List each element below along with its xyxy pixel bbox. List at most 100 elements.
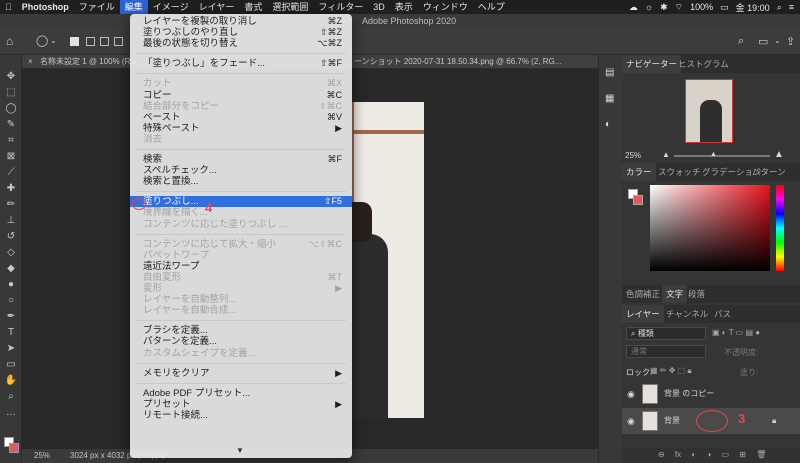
edit-menu-item[interactable]: 検索 ⌘F bbox=[130, 154, 352, 165]
menu-image[interactable]: イメージ bbox=[148, 0, 194, 14]
brush-tool-icon[interactable]: ✏ bbox=[4, 199, 18, 211]
blur-tool-icon[interactable]: ● bbox=[4, 279, 18, 291]
app-menu-photoshop[interactable]: Photoshop bbox=[17, 0, 74, 14]
quick-select-tool-icon[interactable]: ✎ bbox=[4, 119, 18, 131]
hue-slider[interactable] bbox=[776, 185, 784, 271]
zoom-out-icon[interactable]: ▲ bbox=[662, 150, 670, 159]
type-tool-icon[interactable]: T bbox=[4, 327, 18, 339]
edit-menu-item[interactable]: 検索と置換... bbox=[130, 176, 352, 187]
edit-menu-item[interactable]: レイヤーを複製の取り消し ⌘Z bbox=[130, 16, 352, 27]
lasso-tool-preset-icon[interactable]: ◯ bbox=[36, 34, 48, 47]
history-brush-tool-icon[interactable]: ↺ bbox=[4, 231, 18, 243]
eraser-tool-icon[interactable]: ◇ bbox=[4, 247, 18, 259]
search-icon[interactable]: ⌕ bbox=[738, 35, 744, 48]
rectangle-tool-icon[interactable]: ▭ bbox=[4, 359, 18, 371]
tab-paths[interactable]: パス bbox=[710, 305, 735, 323]
eyedropper-tool-icon[interactable]: ⟋ bbox=[4, 167, 18, 179]
eye-icon[interactable]: ◉ bbox=[627, 381, 635, 407]
frame-tool-icon[interactable]: ⊠ bbox=[4, 151, 18, 163]
search-icon[interactable]: ⌕ bbox=[777, 2, 782, 13]
zoom-slider[interactable] bbox=[674, 155, 770, 157]
dodge-tool-icon[interactable]: ○ bbox=[4, 295, 18, 307]
more-tools-icon[interactable]: … bbox=[4, 407, 18, 419]
edit-menu-item[interactable]: 最後の状態を切り替え ⌥⌘Z bbox=[130, 38, 352, 49]
edit-menu-item[interactable]: ブラシを定義... bbox=[130, 325, 352, 336]
share-icon[interactable]: ⇪ bbox=[786, 35, 795, 48]
history-panel-icon[interactable]: ▤ bbox=[605, 67, 614, 78]
layer-name[interactable]: 背景 のコピー bbox=[664, 381, 714, 407]
edit-menu-item[interactable]: 遠近法ワープ bbox=[130, 261, 352, 272]
edit-menu-item[interactable]: リモート接続... bbox=[130, 410, 352, 421]
tab-layers[interactable]: レイヤー bbox=[622, 305, 664, 323]
menu-layer[interactable]: レイヤー bbox=[194, 0, 240, 14]
zoom-slider-thumb[interactable]: ▲ bbox=[710, 151, 717, 158]
subtract-selection-icon[interactable] bbox=[100, 37, 109, 46]
layer-row[interactable]: ◉ 背景 のコピー bbox=[622, 381, 800, 407]
close-tab-icon[interactable]: × bbox=[28, 55, 33, 68]
menu-extras-icon[interactable]: ≡ bbox=[789, 2, 794, 12]
pen-tool-icon[interactable]: ✒ bbox=[4, 311, 18, 323]
menu-3d[interactable]: 3D bbox=[368, 0, 390, 14]
menu-edit[interactable]: 編集 bbox=[119, 0, 148, 14]
home-icon[interactable]: ⌂ bbox=[6, 34, 13, 48]
creative-cloud-icon[interactable]: ☁ bbox=[629, 2, 638, 13]
tab-channels[interactable]: チャンネル bbox=[662, 305, 712, 323]
menu-filter[interactable]: フィルター bbox=[313, 0, 368, 14]
menu-file[interactable]: ファイル bbox=[74, 0, 120, 14]
edit-menu-item[interactable]: 「塗りつぶし」をフェード... ⇧⌘F bbox=[130, 58, 352, 69]
clone-stamp-tool-icon[interactable]: ⊥ bbox=[4, 215, 18, 227]
add-selection-icon[interactable] bbox=[86, 37, 95, 46]
doc-tab-screenshot[interactable]: ーンショット 2020-07-31 18.50.34.png @ 66.7% (… bbox=[354, 55, 561, 68]
battery-icon[interactable]: ▭ bbox=[720, 2, 729, 13]
clock[interactable]: 金 19:00 bbox=[736, 1, 770, 14]
tab-swatches[interactable]: スウォッチ bbox=[654, 163, 705, 181]
edit-menu-item[interactable]: 特殊ペースト ▶ bbox=[130, 123, 352, 134]
tab-adjustments[interactable]: 色調補正 bbox=[622, 285, 664, 303]
path-selection-tool-icon[interactable]: ➤ bbox=[4, 343, 18, 355]
lasso-tool-icon[interactable]: ◯ bbox=[4, 103, 18, 115]
tab-histogram[interactable]: ヒストグラム bbox=[674, 55, 733, 73]
tab-patterns[interactable]: パターン bbox=[748, 163, 790, 181]
layer-filter-select[interactable]: ⌕ 種類 bbox=[626, 327, 706, 340]
edit-menu-item[interactable]: スペルチェック... bbox=[130, 165, 352, 176]
lock-icons[interactable]: ▦ ✏ ✥ ⬚ 🔒︎ bbox=[650, 366, 692, 376]
move-tool-icon[interactable]: ✥ bbox=[4, 71, 18, 83]
layers-footer-icons[interactable]: ⊖ fx ◐ ◑ ▭ ⊞ 🗑︎ bbox=[622, 447, 800, 463]
intersect-selection-icon[interactable] bbox=[114, 37, 123, 46]
workspace-icon[interactable]: ▭ bbox=[758, 35, 768, 48]
edit-menu-item[interactable]: コピー ⌘C bbox=[130, 90, 352, 101]
edit-menu-item[interactable]: パターンを定義... bbox=[130, 336, 352, 347]
bluetooth-icon[interactable]: ✱ bbox=[660, 2, 668, 13]
properties-panel-icon[interactable]: ▦ bbox=[605, 93, 614, 104]
hand-tool-icon[interactable]: ✋ bbox=[4, 375, 18, 387]
layer-name[interactable]: 背景 bbox=[664, 408, 680, 434]
lock-icon[interactable]: 🔒︎ bbox=[772, 408, 776, 434]
edit-menu-item[interactable]: 塗りつぶし... ⇧F5 bbox=[130, 196, 352, 208]
navigator-thumbnail[interactable] bbox=[685, 79, 733, 143]
edit-menu-item[interactable]: ペースト ⌘V bbox=[130, 112, 352, 123]
blend-mode-select[interactable]: 通常 bbox=[626, 345, 706, 358]
zoom-in-icon[interactable]: ▲ bbox=[774, 149, 784, 160]
control-center-icon[interactable]: ☼ bbox=[645, 2, 653, 12]
menu-help[interactable]: ヘルプ bbox=[473, 0, 510, 14]
menu-window[interactable]: ウィンドウ bbox=[418, 0, 473, 14]
crop-tool-icon[interactable]: ⌗ bbox=[4, 135, 18, 147]
marquee-tool-icon[interactable]: ⬚ bbox=[4, 87, 18, 99]
zoom-level[interactable]: 25% bbox=[34, 449, 50, 463]
doc-tab-untitled[interactable]: 名称未設定 1 @ 100% (RG bbox=[40, 55, 137, 68]
apple-menu-icon[interactable]:  bbox=[0, 0, 17, 14]
color-field[interactable] bbox=[650, 185, 770, 271]
edit-menu-item[interactable]: メモリをクリア ▶ bbox=[130, 368, 352, 379]
zoom-tool-icon[interactable]: ⌕ bbox=[4, 391, 18, 403]
menu-type[interactable]: 書式 bbox=[239, 0, 267, 14]
menu-select[interactable]: 選択範囲 bbox=[267, 0, 313, 14]
edit-menu-item[interactable]: プリセット ▶ bbox=[130, 399, 352, 410]
eye-icon[interactable]: ◉ bbox=[627, 408, 635, 434]
new-selection-icon[interactable] bbox=[70, 37, 79, 46]
edit-menu-item[interactable]: Adobe PDF プリセット... bbox=[130, 388, 352, 399]
tab-paragraph[interactable]: 段落 bbox=[684, 285, 709, 303]
edit-menu-item[interactable]: 塗りつぶしのやり直し ⇧⌘Z bbox=[130, 27, 352, 38]
paint-bucket-tool-icon[interactable]: ◆ bbox=[4, 263, 18, 275]
tab-navigator[interactable]: ナビゲーター bbox=[622, 55, 682, 73]
chevron-down-icon[interactable]: ⌄ bbox=[774, 36, 781, 45]
